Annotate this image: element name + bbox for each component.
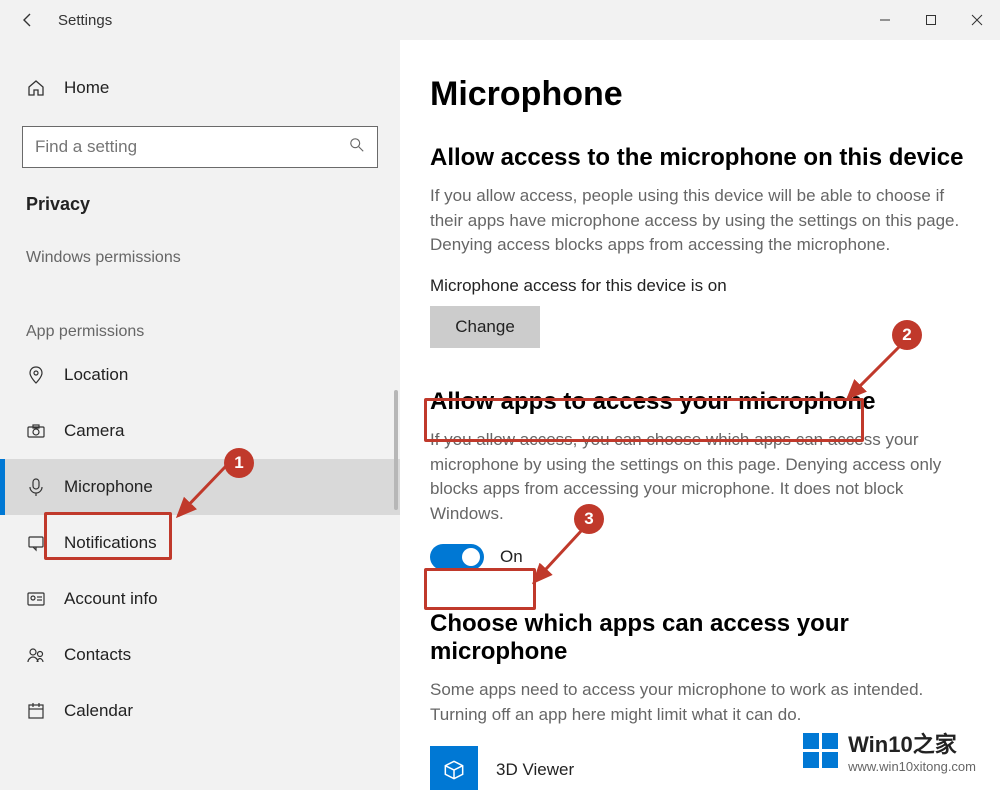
- device-access-status: Microphone access for this device is on: [430, 276, 970, 296]
- sidebar-item-label: Microphone: [64, 477, 153, 497]
- watermark-title: Win10之家: [848, 727, 976, 759]
- sidebar-item-label: Contacts: [64, 645, 131, 665]
- calendar-icon: [26, 701, 46, 721]
- camera-icon: [26, 421, 46, 441]
- sidebar-item-label: Account info: [64, 589, 158, 609]
- sidebar-item-label: Calendar: [64, 701, 133, 721]
- watermark-url: www.win10xitong.com: [848, 759, 976, 774]
- sidebar-item-home[interactable]: Home: [0, 60, 400, 116]
- sidebar-item-location[interactable]: Location: [0, 347, 400, 403]
- sidebar-group-windows-permissions: Windows permissions: [0, 223, 400, 273]
- sidebar-item-label: Notifications: [64, 533, 157, 553]
- home-icon: [26, 78, 46, 98]
- watermark: Win10之家 www.win10xitong.com: [799, 725, 980, 776]
- search-box[interactable]: [22, 126, 378, 168]
- contacts-icon: [26, 645, 46, 665]
- sidebar-item-account-info[interactable]: Account info: [0, 571, 400, 627]
- section-choose-apps-desc: Some apps need to access your microphone…: [430, 678, 970, 727]
- page-title: Microphone: [430, 75, 970, 114]
- window-controls: [862, 0, 1000, 40]
- minimize-button[interactable]: [862, 0, 908, 40]
- section-allow-apps-desc: If you allow access, you can choose whic…: [430, 428, 970, 527]
- sidebar-group-app-permissions: App permissions: [0, 273, 400, 347]
- allow-apps-toggle[interactable]: [430, 544, 484, 570]
- search-icon: [349, 137, 365, 158]
- annotation-badge-2: 2: [892, 320, 922, 350]
- sidebar-item-microphone[interactable]: Microphone: [0, 459, 400, 515]
- account-icon: [26, 589, 46, 609]
- content-area: Microphone Allow access to the microphon…: [400, 40, 1000, 790]
- maximize-button[interactable]: [908, 0, 954, 40]
- sidebar-item-camera[interactable]: Camera: [0, 403, 400, 459]
- toggle-label: On: [500, 547, 523, 567]
- search-input[interactable]: [35, 137, 339, 157]
- change-button[interactable]: Change: [430, 306, 540, 348]
- sidebar-item-calendar[interactable]: Calendar: [0, 683, 400, 739]
- annotation-badge-3: 3: [574, 504, 604, 534]
- section-allow-device-title: Allow access to the microphone on this d…: [430, 144, 970, 172]
- windows-logo-icon: [803, 733, 838, 768]
- sidebar-item-label: Camera: [64, 421, 124, 441]
- sidebar-item-contacts[interactable]: Contacts: [0, 627, 400, 683]
- app-icon-3d-viewer: [430, 746, 478, 790]
- sidebar-category: Privacy: [0, 174, 400, 223]
- section-allow-device-desc: If you allow access, people using this d…: [430, 184, 970, 258]
- location-icon: [26, 365, 46, 385]
- section-allow-apps-title: Allow apps to access your microphone: [430, 388, 970, 416]
- sidebar-item-notifications[interactable]: Notifications: [0, 515, 400, 571]
- sidebar: Home Privacy Windows permissions App per…: [0, 40, 400, 790]
- annotation-badge-1: 1: [224, 448, 254, 478]
- close-button[interactable]: [954, 0, 1000, 40]
- app-name: 3D Viewer: [496, 760, 574, 780]
- back-button[interactable]: [8, 0, 48, 40]
- microphone-icon: [26, 477, 46, 497]
- section-choose-apps-title: Choose which apps can access your microp…: [430, 610, 970, 666]
- notifications-icon: [26, 533, 46, 553]
- window-title: Settings: [58, 12, 112, 29]
- sidebar-item-label: Location: [64, 365, 128, 385]
- sidebar-item-label: Home: [64, 78, 109, 98]
- sidebar-scrollbar[interactable]: [394, 390, 398, 510]
- titlebar: Settings: [0, 0, 1000, 40]
